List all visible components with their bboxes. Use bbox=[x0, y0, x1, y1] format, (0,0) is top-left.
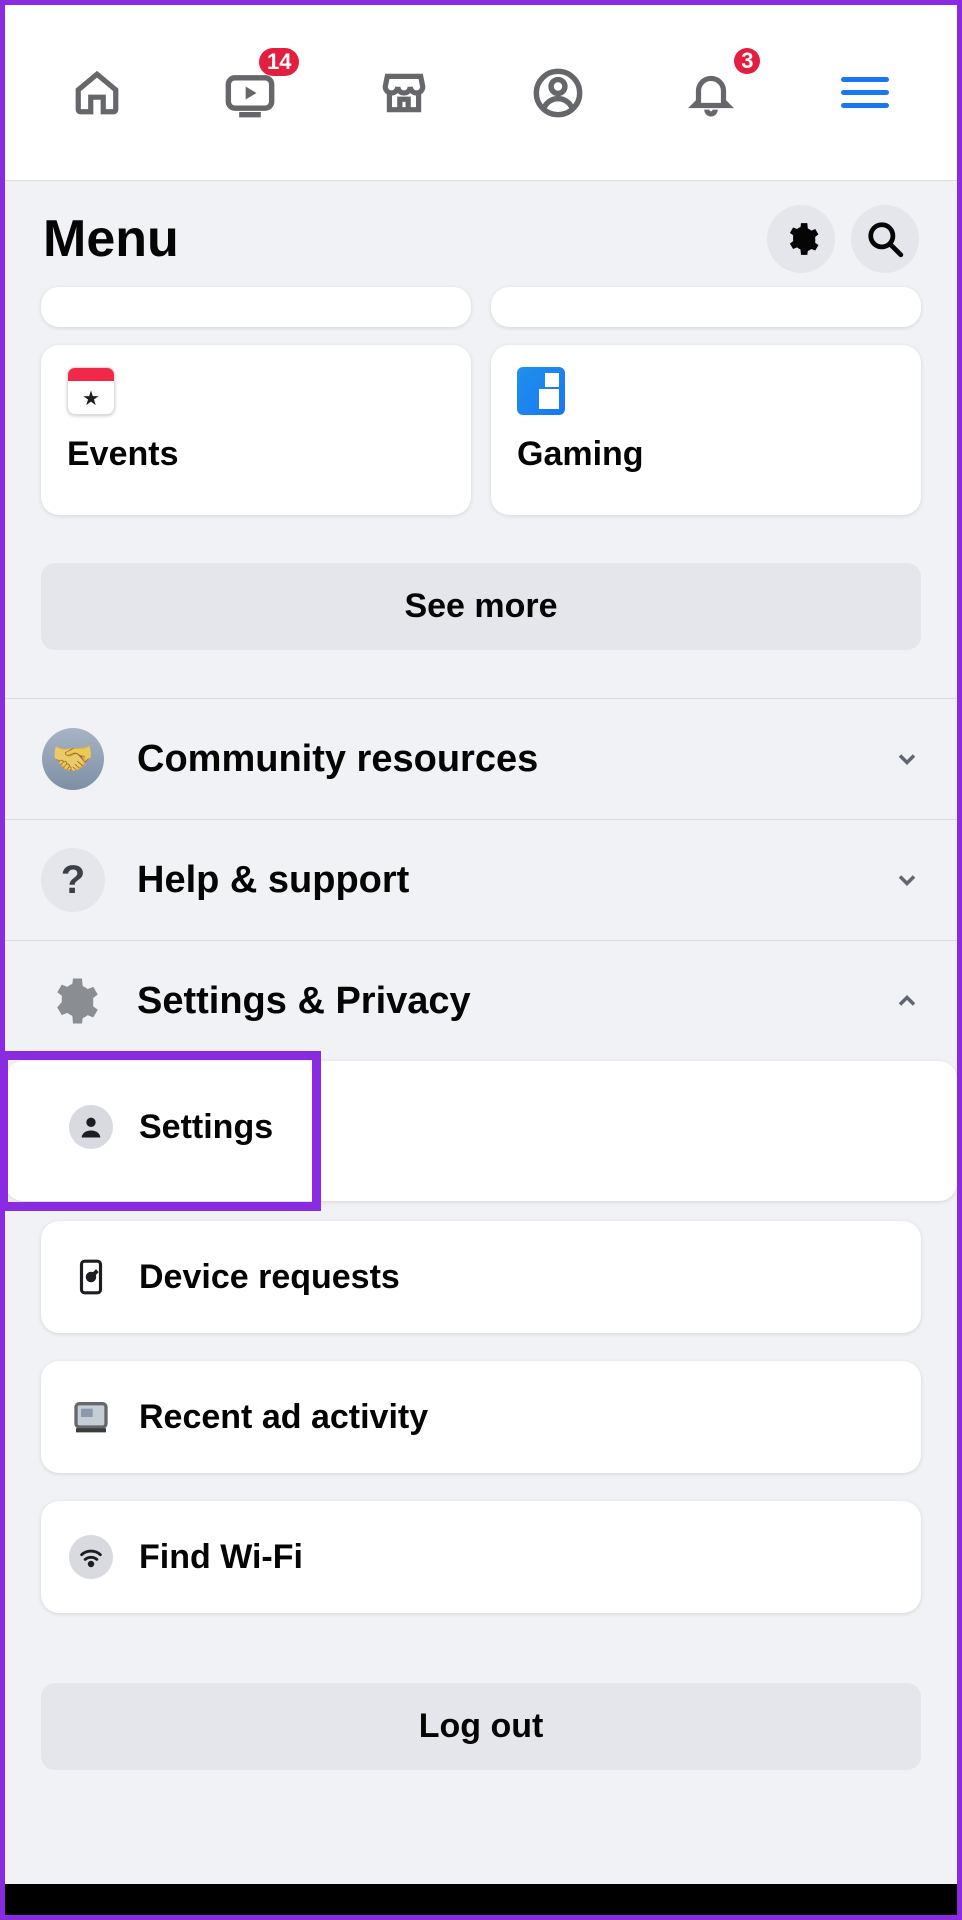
home-icon bbox=[72, 68, 122, 118]
header-settings-button[interactable] bbox=[767, 205, 835, 273]
hamburger-icon bbox=[841, 77, 889, 108]
profile-icon bbox=[532, 67, 584, 119]
section-title: Settings & Privacy bbox=[137, 980, 861, 1023]
bell-icon bbox=[686, 68, 736, 118]
shortcut-label: Events bbox=[67, 435, 445, 474]
wifi-icon bbox=[69, 1535, 113, 1579]
submenu-label: Find Wi-Fi bbox=[139, 1538, 303, 1577]
see-more-button[interactable]: See more bbox=[41, 563, 921, 650]
watch-tab[interactable]: 14 bbox=[215, 58, 285, 128]
marketplace-tab[interactable] bbox=[369, 58, 439, 128]
submenu-find-wifi[interactable]: Find Wi-Fi bbox=[41, 1501, 921, 1613]
shortcut-card-clipped-left[interactable] bbox=[41, 287, 471, 327]
section-title: Community resources bbox=[137, 738, 861, 781]
device-icon bbox=[69, 1255, 113, 1299]
submenu-settings[interactable]: Settings bbox=[41, 1061, 921, 1193]
header-actions bbox=[767, 205, 919, 273]
submenu-label: Device requests bbox=[139, 1258, 400, 1297]
section-title: Help & support bbox=[137, 859, 861, 902]
shortcut-card-clipped-right[interactable] bbox=[491, 287, 921, 327]
menu-header: Menu bbox=[5, 181, 957, 293]
top-navigation-bar: 14 3 bbox=[5, 5, 957, 181]
section-community-resources[interactable]: Community resources bbox=[5, 698, 957, 819]
menu-tab[interactable] bbox=[830, 58, 900, 128]
chevron-down-icon bbox=[893, 745, 921, 773]
chevron-up-icon bbox=[893, 987, 921, 1015]
gaming-icon bbox=[517, 367, 565, 415]
section-settings-privacy[interactable]: Settings & Privacy bbox=[5, 940, 957, 1061]
submenu-label: Settings bbox=[139, 1108, 273, 1147]
section-help-support[interactable]: ? Help & support bbox=[5, 819, 957, 940]
settings-person-icon bbox=[69, 1105, 113, 1149]
submenu-device-requests[interactable]: Device requests bbox=[41, 1221, 921, 1333]
settings-privacy-icon bbox=[41, 969, 105, 1033]
bottom-black-bar bbox=[0, 1884, 962, 1920]
log-out-button[interactable]: Log out bbox=[41, 1683, 921, 1770]
community-icon bbox=[42, 728, 104, 790]
header-search-button[interactable] bbox=[851, 205, 919, 273]
ad-icon bbox=[69, 1395, 113, 1439]
home-tab[interactable] bbox=[62, 58, 132, 128]
marketplace-icon bbox=[379, 68, 429, 118]
shortcut-label: Gaming bbox=[517, 435, 895, 474]
submenu-recent-ad-activity[interactable]: Recent ad activity bbox=[41, 1361, 921, 1473]
notifications-badge: 3 bbox=[734, 48, 760, 74]
search-icon bbox=[866, 220, 904, 258]
events-icon bbox=[67, 367, 115, 415]
content-area: Menu bbox=[5, 181, 957, 1884]
watch-badge: 14 bbox=[259, 48, 299, 76]
shortcut-events[interactable]: Events bbox=[41, 345, 471, 515]
shortcut-gaming[interactable]: Gaming bbox=[491, 345, 921, 515]
submenu-label: Recent ad activity bbox=[139, 1398, 428, 1437]
page-title: Menu bbox=[43, 209, 179, 269]
chevron-down-icon bbox=[893, 866, 921, 894]
profile-tab[interactable] bbox=[523, 58, 593, 128]
gear-icon bbox=[782, 220, 820, 258]
notifications-tab[interactable]: 3 bbox=[676, 58, 746, 128]
help-icon: ? bbox=[41, 848, 105, 912]
